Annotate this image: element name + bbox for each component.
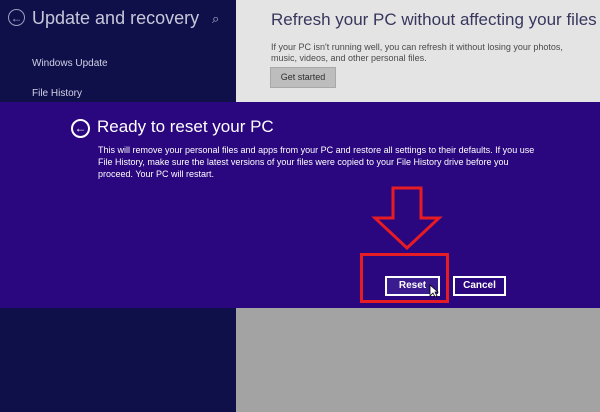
settings-title: Update and recovery bbox=[32, 8, 200, 28]
refresh-description: If your PC isn't running well, you can r… bbox=[271, 42, 563, 63]
dialog-body-text: This will remove your personal files and… bbox=[98, 145, 535, 179]
back-arrow-icon[interactable]: ← bbox=[8, 9, 25, 26]
cancel-button[interactable]: Cancel bbox=[453, 276, 506, 296]
back-arrow-icon[interactable]: ← bbox=[71, 119, 90, 138]
search-icon[interactable]: ⌕ bbox=[212, 11, 219, 27]
dialog-title: Ready to reset your PC bbox=[97, 117, 274, 136]
refresh-title: Refresh your PC without affecting your f… bbox=[271, 10, 597, 29]
sidebar-item-windows-update[interactable]: Windows Update bbox=[32, 58, 108, 69]
get-started-button[interactable]: Get started bbox=[270, 67, 336, 88]
red-down-arrow-icon bbox=[371, 186, 443, 250]
mouse-pointer-icon bbox=[429, 284, 439, 298]
sidebar-item-file-history[interactable]: File History bbox=[32, 88, 82, 99]
dimmed-background bbox=[236, 308, 600, 412]
reset-dialog: ← Ready to reset your PC This will remov… bbox=[0, 102, 600, 308]
